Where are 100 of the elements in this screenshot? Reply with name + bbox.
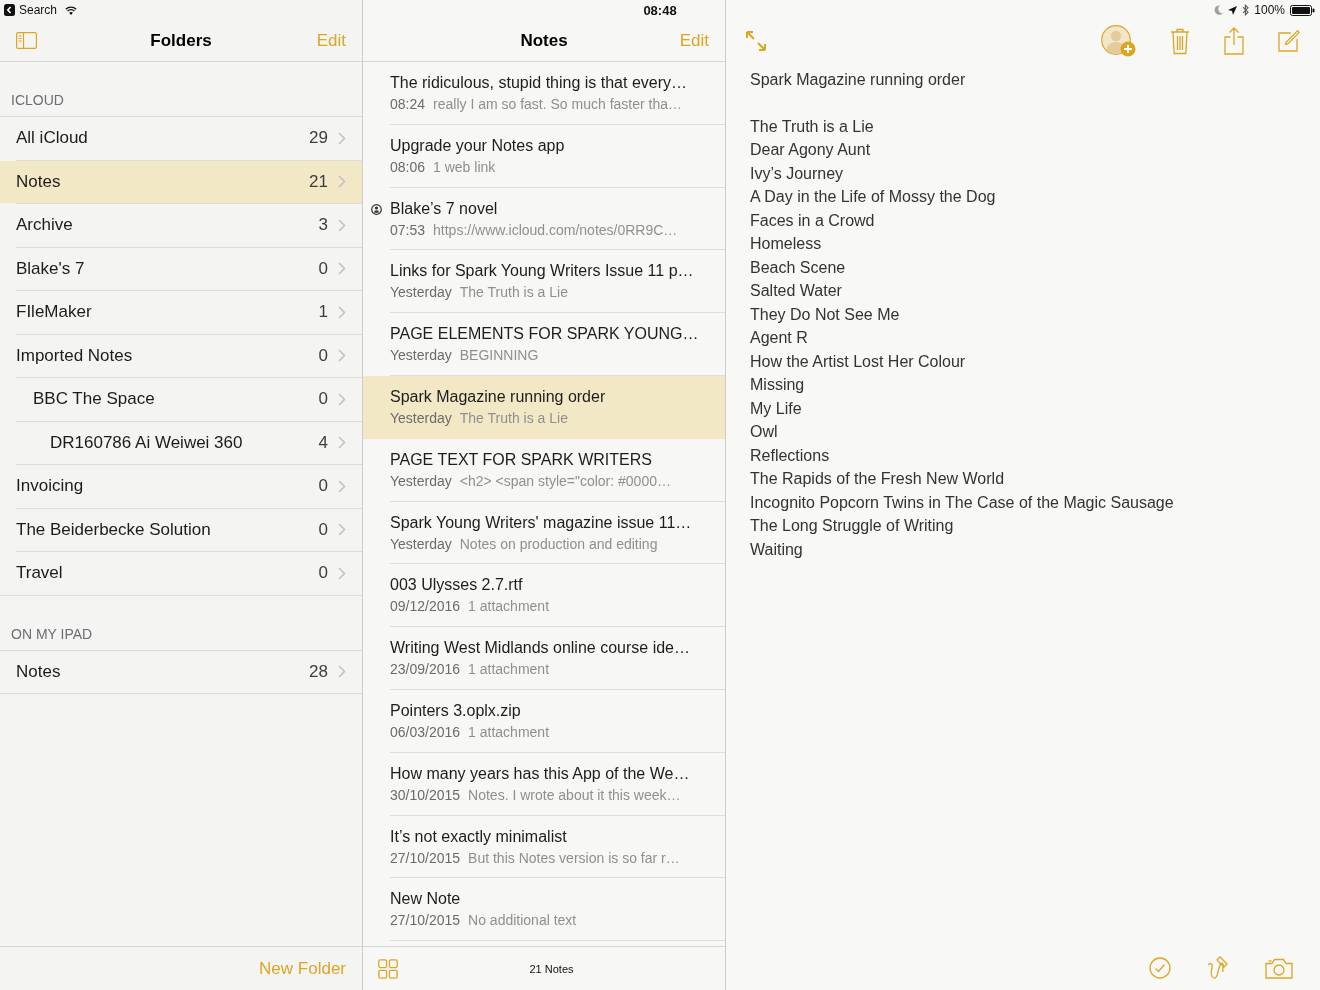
note-preview: https://www.icloud.com/notes/0RR9C… bbox=[433, 220, 678, 239]
note-count: 0 bbox=[318, 389, 328, 410]
folder-name: Imported Notes bbox=[16, 345, 134, 366]
folder-row[interactable]: Blake's 7 0 bbox=[0, 247, 362, 290]
note-count: 0 bbox=[318, 476, 328, 497]
note-date: Yesterday bbox=[390, 409, 452, 427]
note-count: 0 bbox=[318, 563, 328, 584]
folder-row[interactable]: Travel 0 bbox=[0, 552, 362, 595]
folder-row[interactable]: Invoicing 0 bbox=[0, 465, 362, 508]
sketch-icon[interactable] bbox=[1207, 956, 1229, 980]
folder-name: Archive bbox=[16, 215, 74, 236]
chevron-right-icon bbox=[338, 479, 346, 493]
battery-icon bbox=[1290, 4, 1315, 16]
folder-row[interactable]: DR160786 Ai Weiwei 360 4 bbox=[0, 421, 362, 464]
section-header: ON MY IPAD bbox=[0, 595, 362, 651]
note-title: Links for Spark Young Writers Issue 11 p… bbox=[390, 261, 695, 282]
note-row[interactable]: Spark Magazine running order Yesterday The Truth is a Lie bbox=[363, 376, 725, 439]
folder-name: Travel bbox=[16, 563, 64, 584]
expand-arrows-icon[interactable] bbox=[745, 30, 767, 52]
note-title: It’s not exactly minimalist bbox=[390, 826, 568, 847]
battery-percent: 100% bbox=[1254, 3, 1285, 17]
folder-name: Notes bbox=[16, 661, 62, 682]
sidebar-icon[interactable] bbox=[16, 32, 37, 49]
folder-row[interactable]: FIleMaker 1 bbox=[0, 291, 362, 334]
note-title: PAGE TEXT FOR SPARK WRITERS bbox=[390, 449, 653, 470]
compose-icon[interactable] bbox=[1278, 30, 1300, 52]
note-preview: Notes. I wrote about it this week… bbox=[468, 785, 681, 804]
chevron-right-icon bbox=[338, 262, 346, 276]
note-preview: 1 attachment bbox=[468, 597, 549, 616]
note-row[interactable]: Blake’s 7 novel 07:53 https://www.icloud.com/notes/0RR9C… bbox=[363, 187, 725, 251]
note-preview: No additional text bbox=[468, 911, 577, 930]
note-date: Yesterday bbox=[390, 346, 452, 365]
note-title: PAGE ELEMENTS FOR SPARK YOUNG… bbox=[390, 324, 700, 345]
location-arrow-icon bbox=[1228, 5, 1238, 15]
note-date: 30/10/2015 bbox=[390, 785, 461, 804]
folder-name: FIleMaker bbox=[16, 302, 93, 323]
bluetooth-icon bbox=[1242, 4, 1250, 16]
folder-row[interactable]: Imported Notes 0 bbox=[0, 334, 362, 377]
note-line: A Day in the Life of Mossy the Dog bbox=[750, 187, 997, 207]
note-heading: Spark Magazine running order bbox=[750, 70, 967, 90]
note-count: 3 bbox=[318, 215, 328, 236]
note-line: Ivy’s Journey bbox=[750, 163, 845, 184]
note-count: 1 bbox=[318, 302, 328, 323]
folder-name: All iCloud bbox=[16, 128, 89, 149]
folder-row[interactable]: All iCloud 29 bbox=[0, 117, 362, 160]
note-title: Blake’s 7 novel bbox=[390, 198, 499, 219]
chevron-right-icon bbox=[338, 305, 346, 319]
folder-row[interactable]: Notes 21 bbox=[0, 160, 362, 203]
note-row[interactable]: Spark Young Writers' magazine issue 11… Yesterday Notes on production and editing bbox=[363, 501, 725, 565]
add-person-icon[interactable] bbox=[1101, 25, 1136, 57]
chevron-right-icon bbox=[338, 131, 346, 145]
note-date: 07:53 bbox=[390, 220, 426, 239]
note-title: How many years has this App of the We… bbox=[390, 763, 691, 784]
note-row[interactable]: Pointers 3.oplx.zip 06/03/2016 1 attachment bbox=[363, 689, 725, 753]
folder-row[interactable]: Notes 28 bbox=[0, 650, 362, 693]
note-date: 08:24 bbox=[390, 95, 426, 113]
back-button[interactable]: Search bbox=[4, 3, 58, 17]
pane-title: Notes bbox=[520, 30, 568, 51]
note-date: Yesterday bbox=[390, 534, 452, 553]
share-icon[interactable] bbox=[1224, 27, 1244, 55]
note-line: The Long Struggle of Writing bbox=[750, 516, 955, 536]
chevron-right-icon bbox=[338, 566, 346, 580]
note-line: Missing bbox=[750, 375, 806, 395]
note-count: 21 bbox=[309, 171, 328, 192]
note-row[interactable]: New Note 27/10/2015 No additional text bbox=[363, 878, 725, 942]
note-row[interactable]: The ridiculous, stupid thing is that every… 08:24 really I am so fast. So much faster tha… bbox=[363, 62, 725, 125]
chevron-right-icon bbox=[338, 392, 346, 406]
grid-icon[interactable] bbox=[378, 958, 398, 979]
note-date: Yesterday bbox=[390, 471, 452, 490]
note-row[interactable]: PAGE TEXT FOR SPARK WRITERS Yesterday <h2> <span style="color: #0000… bbox=[363, 438, 725, 502]
note-row[interactable]: Links for Spark Young Writers Issue 11 p… Yesterday The Truth is a Lie bbox=[363, 250, 725, 314]
camera-icon[interactable] bbox=[1265, 957, 1293, 979]
note-row[interactable]: It’s not exactly minimalist 27/10/2015 But this Notes version is so far r… bbox=[363, 815, 725, 879]
check-circle-icon[interactable] bbox=[1149, 957, 1171, 979]
note-title: Writing West Midlands online course ide… bbox=[390, 638, 691, 659]
folder-row[interactable]: The Beiderbecke Solution 0 bbox=[0, 508, 362, 551]
note-title: Pointers 3.oplx.zip bbox=[390, 700, 522, 721]
folder-name: Notes bbox=[16, 171, 62, 192]
folder-name: The Beiderbecke Solution bbox=[16, 519, 212, 540]
note-preview: BEGINNING bbox=[459, 346, 539, 365]
note-preview: But this Notes version is so far r… bbox=[468, 848, 680, 867]
note-row[interactable]: 003 Ulysses 2.7.rtf 09/12/2016 1 attachment bbox=[363, 564, 725, 628]
folder-row[interactable]: BBC The Space 0 bbox=[0, 378, 362, 421]
note-line: Beach Scene bbox=[750, 257, 847, 278]
note-row[interactable]: How many years has this App of the We… 30/10/2015 Notes. I wrote about it this week… bbox=[363, 752, 725, 816]
trash-icon[interactable] bbox=[1170, 27, 1190, 55]
note-date: 23/09/2016 bbox=[390, 660, 461, 679]
note-line: Salted Water bbox=[750, 281, 843, 301]
status-time: 08:48 bbox=[643, 2, 677, 18]
note-line: Incognito Popcorn Twins in The Case of the Magic Sausage bbox=[750, 492, 1175, 513]
folder-row[interactable]: Archive 3 bbox=[0, 204, 362, 247]
note-line: Waiting bbox=[750, 539, 804, 560]
note-line: My Life bbox=[750, 398, 803, 419]
note-count: 29 bbox=[309, 128, 328, 149]
note-row[interactable]: Upgrade your Notes app 08:06 1 web link bbox=[363, 124, 725, 188]
note-row[interactable]: PAGE ELEMENTS FOR SPARK YOUNG… Yesterday BEGINNING bbox=[363, 313, 725, 376]
note-preview: The Truth is a Lie bbox=[459, 409, 568, 427]
note-preview: <h2> <span style="color: #0000… bbox=[459, 471, 671, 490]
note-count: 0 bbox=[318, 519, 328, 540]
note-row[interactable]: Writing West Midlands online course ide… 23/09/2016 1 attachment bbox=[363, 627, 725, 690]
